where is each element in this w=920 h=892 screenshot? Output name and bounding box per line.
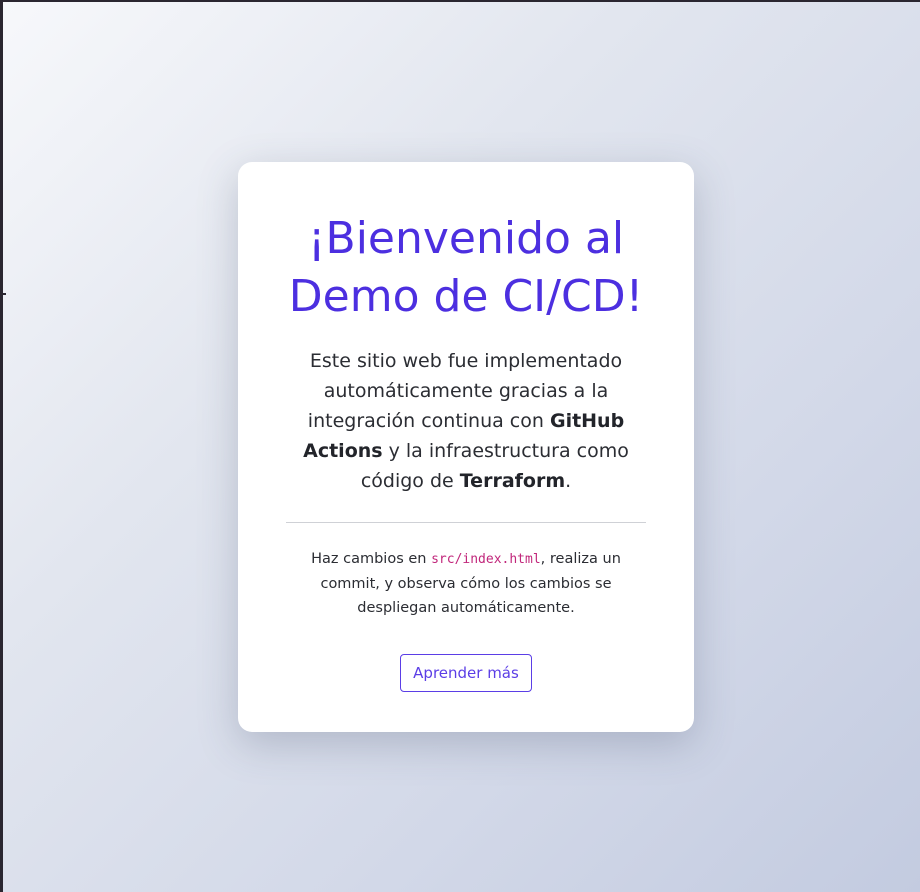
title-line-2: Demo de CI/CD!: [288, 271, 644, 322]
terraform-strong: Terraform: [459, 470, 566, 492]
page-title: ¡Bienvenido al Demo de CI/CD!: [286, 210, 646, 326]
divider: [286, 522, 646, 523]
welcome-card: ¡Bienvenido al Demo de CI/CD! Este sitio…: [238, 162, 694, 732]
edge-tick: [0, 293, 6, 295]
window-top-edge: [0, 0, 920, 2]
file-path-code: src/index.html: [431, 552, 541, 567]
lead-text-3: .: [565, 470, 572, 492]
window-left-edge: [0, 0, 3, 892]
learn-more-button[interactable]: Aprender más: [400, 654, 532, 692]
title-line-1: ¡Bienvenido al: [307, 213, 625, 264]
note-text-1: Haz cambios en: [311, 551, 432, 567]
instructions-note: Haz cambios en src/index.html, realiza u…: [306, 547, 626, 620]
lead-paragraph: Este sitio web fue implementado automáti…: [301, 346, 631, 496]
